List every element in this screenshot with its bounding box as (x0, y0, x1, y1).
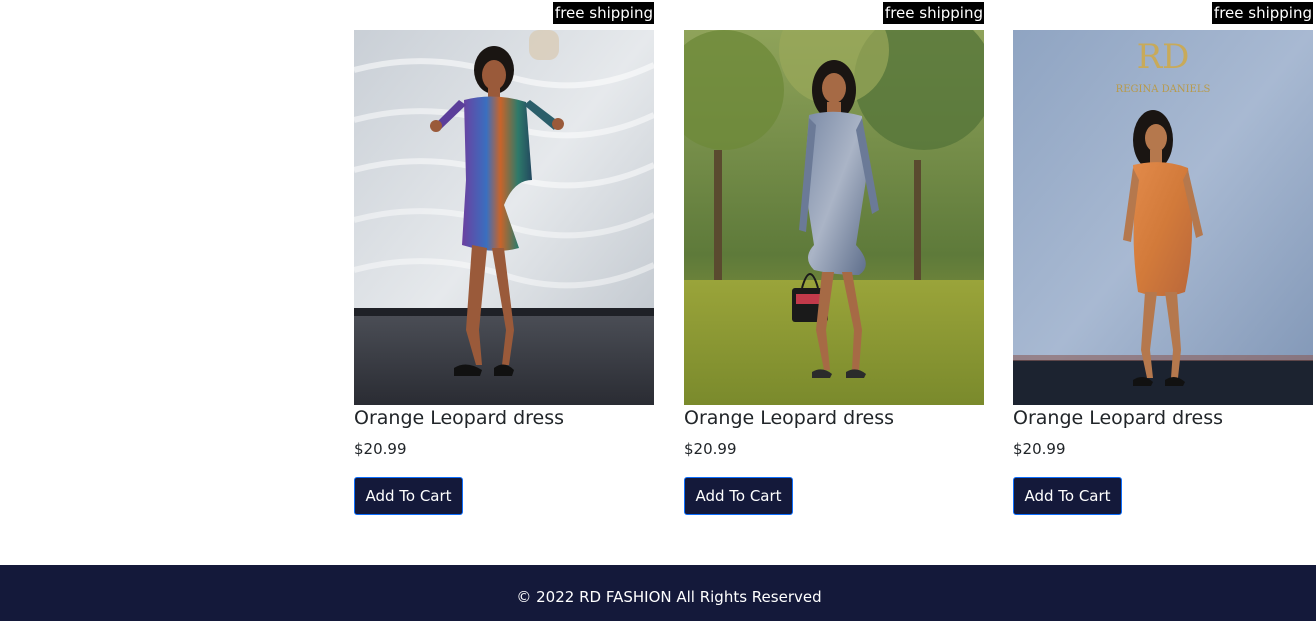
free-shipping-badge: free shipping (552, 2, 654, 24)
product-card: free shipping (684, 0, 984, 540)
product-price: $20.99 (354, 440, 407, 458)
product-grid: free shipping Orange Leopard dress $20.9… (354, 0, 1316, 565)
svg-text:REGINA DANIELS: REGINA DANIELS (1116, 84, 1211, 95)
product-image[interactable] (354, 30, 654, 405)
svg-text:RD: RD (1137, 37, 1190, 77)
site-footer: © 2022 RD FASHION All Rights Reserved (0, 565, 1316, 621)
add-to-cart-button[interactable]: Add To Cart (354, 477, 463, 515)
product-card: free shipping (354, 0, 654, 540)
product-price: $20.99 (684, 440, 737, 458)
free-shipping-badge: free shipping (1211, 2, 1313, 24)
product-title[interactable]: Orange Leopard dress (1013, 405, 1223, 431)
product-title[interactable]: Orange Leopard dress (354, 405, 564, 431)
add-to-cart-button[interactable]: Add To Cart (1013, 477, 1122, 515)
copyright-text: © 2022 RD FASHION All Rights Reserved (516, 588, 822, 606)
product-card: free shipping (1013, 0, 1313, 540)
free-shipping-badge: free shipping (882, 2, 984, 24)
product-price: $20.99 (1013, 440, 1066, 458)
product-image[interactable]: RD REGINA DANIELS (1013, 30, 1313, 405)
product-title[interactable]: Orange Leopard dress (684, 405, 894, 431)
page: free shipping Orange Leopard dress $20.9… (0, 0, 1316, 621)
product-image[interactable] (684, 30, 984, 405)
add-to-cart-button[interactable]: Add To Cart (684, 477, 793, 515)
